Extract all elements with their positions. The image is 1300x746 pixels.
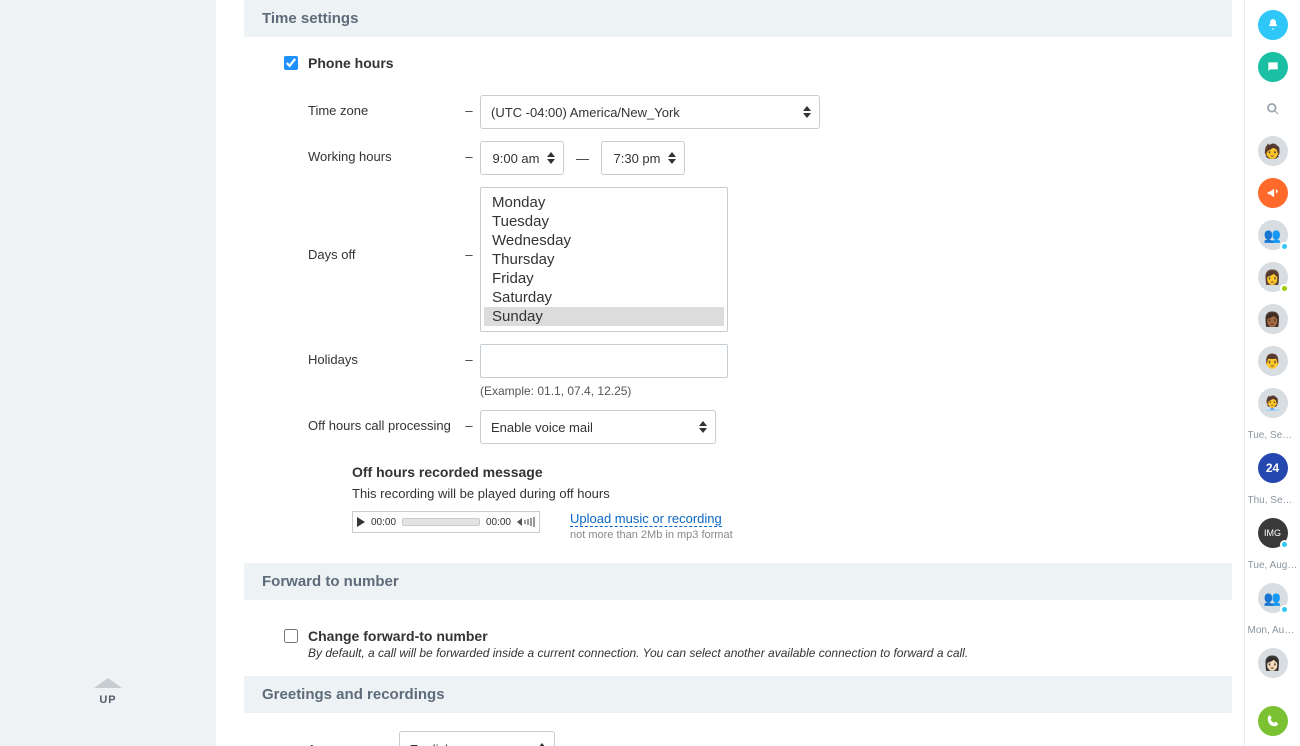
- day-option[interactable]: Saturday: [484, 288, 724, 307]
- language-label: Language: [310, 742, 371, 746]
- select-arrows-icon: [699, 421, 707, 433]
- select-arrows-icon: [803, 106, 811, 118]
- offhours-rec-title: Off hours recorded message: [352, 464, 1232, 480]
- announce-button[interactable]: [1258, 178, 1288, 208]
- badge-24[interactable]: 24: [1258, 453, 1288, 483]
- forward-label: Change forward-to number: [308, 628, 488, 644]
- contact-avatar[interactable]: 👩🏻: [1258, 648, 1288, 678]
- phone-hours-label: Phone hours: [308, 55, 394, 71]
- contact-avatar[interactable]: 👩: [1258, 262, 1288, 292]
- working-from-value: 9:00 am: [493, 151, 540, 166]
- dash: –: [458, 95, 480, 118]
- call-button[interactable]: [1258, 706, 1288, 736]
- rail-timestamp: Tue, Sept…: [1248, 430, 1298, 441]
- working-to-select[interactable]: 7:30 pm: [601, 141, 685, 175]
- left-sidebar: UP: [0, 0, 216, 746]
- contact-avatar[interactable]: 🧑‍💼: [1258, 388, 1288, 418]
- select-arrows-icon: [547, 152, 555, 164]
- holidays-hint: (Example: 01.1, 07.4, 12.25): [480, 384, 1232, 398]
- forward-checkbox[interactable]: [284, 629, 298, 643]
- section-greetings: Greetings and recordings: [244, 676, 1232, 713]
- offhours-processing-value: Enable voice mail: [491, 420, 593, 435]
- contact-avatar[interactable]: 🧑: [1258, 136, 1288, 166]
- phone-hours-checkbox[interactable]: [284, 56, 298, 70]
- chat-button[interactable]: [1258, 52, 1288, 82]
- contact-avatar[interactable]: 👥: [1258, 583, 1288, 613]
- daysoff-label: Days off: [308, 187, 458, 262]
- section-time-settings: Time settings: [244, 0, 1232, 37]
- dash: –: [458, 141, 480, 164]
- contact-avatar[interactable]: 👥: [1258, 220, 1288, 250]
- day-option[interactable]: Wednesday: [484, 231, 724, 250]
- contact-avatar[interactable]: 👨: [1258, 346, 1288, 376]
- section-forward: Forward to number: [244, 563, 1232, 600]
- dash: –: [381, 742, 388, 746]
- day-option[interactable]: Monday: [484, 193, 724, 212]
- audio-player[interactable]: 00:00 00:00: [352, 511, 540, 533]
- search-icon: [1266, 102, 1280, 116]
- offhours-label: Off hours call processing: [308, 410, 458, 433]
- dash: –: [458, 187, 480, 262]
- right-rail: 🧑 👥 👩 👩🏾 👨 🧑‍💼 Tue, Sept… 24 Thu, Sept… …: [1244, 0, 1300, 746]
- working-to-value: 7:30 pm: [614, 151, 661, 166]
- volume-icon[interactable]: [517, 517, 535, 527]
- select-arrows-icon: [668, 152, 676, 164]
- scroll-up-label: UP: [94, 694, 122, 706]
- dash: —: [576, 151, 589, 166]
- audio-time-end: 00:00: [486, 517, 511, 528]
- timezone-label: Time zone: [308, 95, 458, 118]
- dash: –: [458, 344, 480, 367]
- chat-icon: [1266, 60, 1280, 74]
- day-option[interactable]: Thursday: [484, 250, 724, 269]
- day-option[interactable]: Sunday: [484, 307, 724, 326]
- bell-icon: [1266, 18, 1280, 32]
- timezone-value: (UTC -04:00) America/New_York: [491, 105, 680, 120]
- play-icon[interactable]: [357, 517, 365, 527]
- rail-timestamp: Mon, Aug…: [1248, 625, 1298, 636]
- contact-avatar[interactable]: 👩🏾: [1258, 304, 1288, 334]
- language-select[interactable]: English: [399, 731, 555, 746]
- rail-timestamp: Thu, Sept…: [1248, 495, 1298, 506]
- daysoff-listbox[interactable]: Monday Tuesday Wednesday Thursday Friday…: [480, 187, 728, 332]
- timezone-select[interactable]: (UTC -04:00) America/New_York: [480, 95, 820, 129]
- contact-avatar[interactable]: IMG: [1258, 518, 1288, 548]
- forward-description: By default, a call will be forwarded ins…: [308, 646, 1232, 660]
- offhours-rec-desc: This recording will be played during off…: [352, 486, 1232, 501]
- audio-progress[interactable]: [402, 518, 480, 526]
- rail-timestamp: Tue, Aug…: [1248, 560, 1298, 571]
- scroll-up-button[interactable]: UP: [94, 678, 122, 706]
- upload-hint: not more than 2Mb in mp3 format: [570, 529, 733, 541]
- day-option[interactable]: Tuesday: [484, 212, 724, 231]
- notifications-button[interactable]: [1258, 10, 1288, 40]
- language-value: English: [410, 742, 453, 746]
- day-option[interactable]: Friday: [484, 269, 724, 288]
- working-from-select[interactable]: 9:00 am: [480, 141, 564, 175]
- dash: –: [458, 410, 480, 433]
- holidays-label: Holidays: [308, 344, 458, 367]
- search-button[interactable]: [1258, 94, 1288, 124]
- megaphone-icon: [1266, 186, 1280, 200]
- working-hours-label: Working hours: [308, 141, 458, 164]
- audio-time-start: 00:00: [371, 517, 396, 528]
- offhours-processing-select[interactable]: Enable voice mail: [480, 410, 716, 444]
- phone-icon: [1266, 714, 1280, 728]
- holidays-input[interactable]: [480, 344, 728, 378]
- main-content: Time settings Phone hours Time zone – (U…: [216, 0, 1244, 746]
- upload-recording-link[interactable]: Upload music or recording: [570, 511, 722, 527]
- chevron-up-icon: [94, 678, 122, 688]
